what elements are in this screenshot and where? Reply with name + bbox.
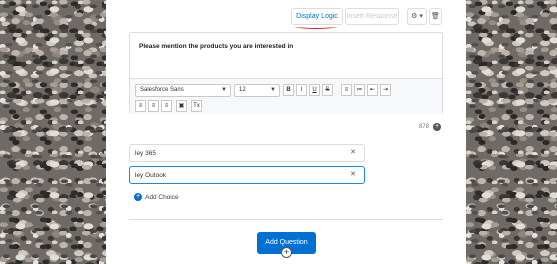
remove-choice-icon[interactable]: ✕ [350,148,356,156]
chevron-down-icon: ▼ [221,87,227,93]
display-logic-button[interactable]: Display Logic [291,8,343,25]
align-center-icon[interactable]: ≡ [148,100,159,112]
add-choice-label: Add Choice [145,194,179,201]
font-size-select[interactable]: 12 ▼ [234,84,280,97]
plus-circle-icon: + [134,193,142,202]
insert-response-button[interactable]: Insert Response [345,8,399,25]
image-icon[interactable]: ▣ [176,100,187,112]
font-family-select[interactable]: Salesforce Sans ▼ [135,84,231,97]
add-plus-icon[interactable]: + [281,247,292,258]
pebble-background-left [0,0,106,264]
question-text[interactable]: Please mention the products you are inte… [139,43,293,50]
pebble-background-right [466,0,557,264]
editor-toolbar: Salesforce Sans ▼ 12 ▼ B I U S ≡ ≔ ⇤ ⇥ ≡… [130,78,442,114]
chevron-down-icon: ▼ [270,87,276,93]
choice-input[interactable] [135,147,345,159]
gear-icon[interactable]: ⚙ ▾ [407,8,427,25]
red-underline-annotation [295,24,337,29]
font-family-value: Salesforce Sans [140,87,184,93]
add-choice-button[interactable]: + Add Choice [134,193,179,203]
plus-circle-icon[interactable]: + [433,123,441,131]
align-right-icon[interactable]: ≡ [161,100,172,112]
numbered-list-icon[interactable]: ≔ [354,84,365,96]
underline-button[interactable]: U [309,84,320,96]
choice-row: ✕ [129,166,365,184]
rich-text-editor[interactable]: Please mention the products you are inte… [129,32,443,114]
question-editor-panel: Display Logic Insert Response ⚙ ▾ 🗑 Plea… [106,0,466,264]
trash-icon[interactable]: 🗑 [429,8,442,25]
outdent-icon[interactable]: ⇤ [367,84,378,96]
font-size-value: 12 [239,87,246,93]
italic-button[interactable]: I [296,84,307,96]
clear-format-icon[interactable]: Tx [191,100,202,112]
remove-choice-icon[interactable]: ✕ [350,170,356,178]
align-left-icon[interactable]: ≡ [135,100,146,112]
strikethrough-button[interactable]: S [322,84,333,96]
choice-row: ✕ [129,144,365,162]
divider [129,219,443,220]
character-count: 878 [419,124,430,130]
bold-button[interactable]: B [283,84,294,96]
indent-icon[interactable]: ⇥ [380,84,391,96]
bullet-list-icon[interactable]: ≡ [341,84,352,96]
choice-input[interactable] [135,169,345,181]
